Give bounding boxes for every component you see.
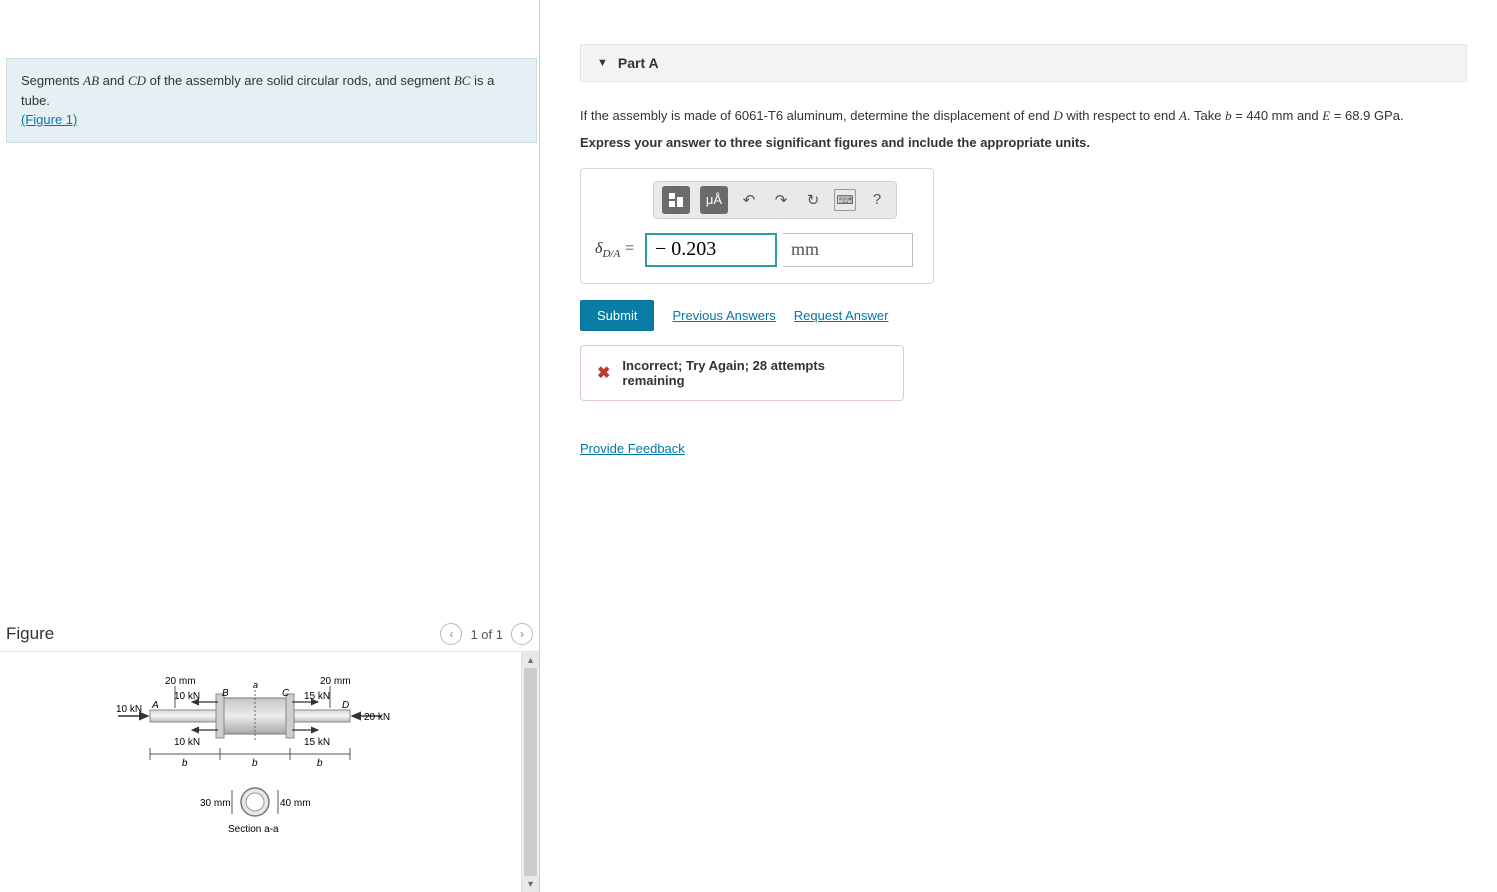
templates-button[interactable] [662, 186, 690, 214]
svg-text:C: C [282, 688, 290, 699]
svg-text:30 mm: 30 mm [200, 798, 231, 809]
svg-text:20 kN: 20 kN [364, 712, 390, 723]
answer-value-input[interactable] [645, 233, 777, 267]
svg-text:b: b [252, 758, 258, 769]
svg-text:B: B [222, 688, 229, 699]
collapse-caret-icon[interactable]: ▼ [597, 57, 608, 69]
question-text: If the assembly is made of 6061-T6 alumi… [580, 82, 1467, 154]
provide-feedback-link[interactable]: Provide Feedback [580, 441, 685, 456]
units-button[interactable]: μÅ [700, 186, 728, 214]
figure-nav: ‹ 1 of 1 › [440, 623, 533, 645]
figure-panel: Figure ‹ 1 of 1 › [0, 619, 539, 892]
svg-text:D: D [342, 700, 349, 711]
figure-image: 20 mm 20 mm 10 kN 10 kN 10 kN 15 kN 15 k… [110, 672, 410, 875]
figure-next-button[interactable]: › [511, 623, 533, 645]
seg-cd: CD [128, 73, 146, 88]
scroll-up-icon[interactable]: ▴ [522, 652, 539, 668]
svg-text:A: A [151, 700, 159, 711]
feedback-text: Incorrect; Try Again; 28 attempts remain… [622, 358, 887, 388]
intro-text: Segments [21, 73, 83, 88]
svg-text:15 kN: 15 kN [304, 737, 330, 748]
previous-answers-link[interactable]: Previous Answers [672, 308, 775, 323]
answer-instruction: Express your answer to three significant… [580, 133, 1467, 154]
svg-text:10 kN: 10 kN [174, 737, 200, 748]
svg-text:20 mm: 20 mm [165, 676, 196, 687]
figure-link[interactable]: (Figure 1) [21, 112, 77, 127]
answer-toolbar: μÅ ↶ ↷ ↻ ⌨ ? [653, 181, 897, 219]
svg-text:15 kN: 15 kN [304, 691, 330, 702]
answer-lhs: δD/A = [595, 240, 635, 260]
figure-scrollbar[interactable]: ▴ ▾ [521, 652, 539, 892]
undo-icon[interactable]: ↶ [738, 189, 760, 211]
figure-nav-label: 1 of 1 [470, 627, 503, 642]
part-header[interactable]: ▼ Part A [580, 44, 1467, 82]
redo-icon[interactable]: ↷ [770, 189, 792, 211]
seg-ab: AB [83, 73, 99, 88]
submit-button[interactable]: Submit [580, 300, 654, 331]
help-icon[interactable]: ? [866, 189, 888, 211]
figure-prev-button[interactable]: ‹ [440, 623, 462, 645]
svg-text:40 mm: 40 mm [280, 798, 311, 809]
svg-text:b: b [182, 758, 188, 769]
part-title: Part A [618, 55, 659, 71]
seg-bc: BC [454, 73, 471, 88]
figure-title: Figure [6, 624, 54, 644]
problem-intro: Segments AB and CD of the assembly are s… [6, 58, 537, 143]
svg-text:20 mm: 20 mm [320, 676, 351, 687]
keyboard-icon[interactable]: ⌨ [834, 189, 856, 211]
answer-unit-input[interactable] [783, 233, 913, 267]
svg-text:10 kN: 10 kN [116, 704, 142, 715]
intro-text: and [99, 73, 128, 88]
svg-text:10 kN: 10 kN [174, 691, 200, 702]
reset-icon[interactable]: ↻ [802, 189, 824, 211]
answer-box: μÅ ↶ ↷ ↻ ⌨ ? δD/A = [580, 168, 934, 284]
svg-text:b: b [317, 758, 323, 769]
svg-text:a: a [253, 680, 258, 690]
feedback-message: ✖ Incorrect; Try Again; 28 attempts rema… [580, 345, 904, 401]
svg-text:Section a-a: Section a-a [228, 824, 279, 835]
scroll-down-icon[interactable]: ▾ [522, 876, 539, 892]
request-answer-link[interactable]: Request Answer [794, 308, 889, 323]
intro-text: of the assembly are solid circular rods,… [146, 73, 454, 88]
incorrect-icon: ✖ [597, 363, 610, 383]
